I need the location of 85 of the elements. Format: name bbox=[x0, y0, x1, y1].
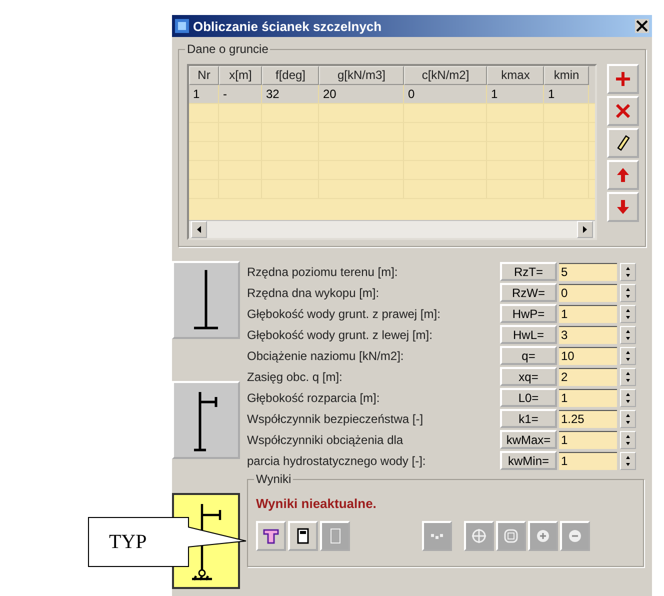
table-cell: 0 bbox=[404, 85, 487, 103]
parameter-label: Głębokość wody grunt. z lewej [m]: bbox=[247, 328, 434, 342]
parameter-label: Rzędna dna wykopu [m]: bbox=[247, 286, 380, 300]
scroll-right-icon[interactable] bbox=[577, 221, 593, 238]
zoom-out-icon bbox=[566, 527, 584, 545]
spinner[interactable] bbox=[620, 284, 636, 302]
symbol-button[interactable]: k1= bbox=[500, 409, 557, 428]
crosshair-icon bbox=[470, 527, 488, 545]
plus-icon bbox=[615, 71, 631, 87]
app-icon bbox=[175, 19, 189, 33]
value-field[interactable]: 1 bbox=[559, 452, 617, 470]
scroll-left-icon[interactable] bbox=[191, 221, 207, 238]
pencil-icon bbox=[615, 135, 631, 151]
column-header[interactable]: x[m] bbox=[219, 66, 262, 85]
dots-icon bbox=[431, 534, 443, 538]
symbol-button[interactable]: xq= bbox=[500, 367, 557, 386]
table-cell: 1 bbox=[487, 85, 544, 103]
symbol-button[interactable]: kwMin= bbox=[500, 451, 557, 470]
symbol-button[interactable]: HwP= bbox=[500, 304, 557, 323]
column-header[interactable]: kmax bbox=[487, 66, 544, 85]
edit-button[interactable] bbox=[607, 128, 639, 158]
column-header[interactable]: g[kN/m3] bbox=[319, 66, 404, 85]
cross-icon bbox=[615, 103, 631, 119]
spinner[interactable] bbox=[620, 346, 636, 364]
group-title: Dane o gruncie bbox=[185, 42, 270, 56]
spinner[interactable] bbox=[620, 262, 636, 280]
parameter-label: Współczynniki obciążenia dla bbox=[247, 432, 404, 446]
add-button[interactable] bbox=[607, 64, 639, 94]
parameter-label: Rzędna poziomu terenu [m]: bbox=[247, 264, 399, 278]
symbol-button[interactable]: kwMax= bbox=[500, 430, 557, 449]
symbol-button[interactable]: q= bbox=[500, 346, 557, 365]
callout-label: TYP bbox=[88, 517, 189, 567]
spinner[interactable] bbox=[620, 430, 636, 448]
wall-type-button[interactable] bbox=[172, 381, 240, 459]
move-up-button[interactable] bbox=[607, 160, 639, 190]
parameter-label: Głębokość wody grunt. z prawej [m]: bbox=[247, 306, 442, 320]
column-header[interactable]: f[deg] bbox=[262, 66, 319, 85]
value-field[interactable]: 1.25 bbox=[559, 410, 617, 428]
move-down-button[interactable] bbox=[607, 192, 639, 222]
table-cell: 32 bbox=[262, 85, 319, 103]
value-field[interactable]: 2 bbox=[559, 368, 617, 386]
window-title: Obliczanie ścianek szczelnych bbox=[193, 18, 383, 34]
symbol-button[interactable]: RzT= bbox=[500, 262, 557, 281]
table-cell: 1 bbox=[189, 85, 219, 103]
value-field[interactable]: 1 bbox=[559, 304, 617, 322]
wall-section-icon bbox=[262, 527, 280, 545]
value-field[interactable]: 3 bbox=[559, 326, 617, 344]
spinner[interactable] bbox=[620, 452, 636, 470]
arrow-up-icon bbox=[615, 167, 631, 183]
spinner[interactable] bbox=[620, 388, 636, 406]
arrow-down-icon bbox=[615, 199, 631, 215]
close-icon[interactable] bbox=[635, 19, 649, 33]
zoom-in-icon bbox=[534, 527, 552, 545]
table-cell: 1 bbox=[544, 85, 589, 103]
value-field[interactable]: 0 bbox=[559, 284, 617, 302]
spinner[interactable] bbox=[620, 410, 636, 428]
column-header[interactable]: c[kN/m2] bbox=[404, 66, 487, 85]
symbol-button[interactable]: L0= bbox=[500, 388, 557, 407]
delete-button[interactable] bbox=[607, 96, 639, 126]
spinner[interactable] bbox=[620, 326, 636, 344]
parameter-label: Obciążenie naziomu [kN/m2]: bbox=[247, 348, 405, 362]
parameter-label: Głębokość rozparcia [m]: bbox=[247, 390, 381, 404]
table-cell: - bbox=[219, 85, 262, 103]
symbol-button[interactable]: HwL= bbox=[500, 325, 557, 344]
group-title: Wyniki bbox=[254, 472, 294, 486]
wall-type-button[interactable] bbox=[172, 261, 240, 339]
results-button[interactable] bbox=[256, 521, 286, 551]
value-field[interactable]: 1 bbox=[559, 388, 617, 406]
horizontal-scrollbar[interactable] bbox=[189, 220, 595, 238]
results-button[interactable] bbox=[288, 521, 318, 551]
value-field[interactable]: 1 bbox=[559, 430, 617, 448]
table-row[interactable]: 1 - 32 20 0 1 1 bbox=[189, 85, 595, 104]
column-header[interactable]: kmin bbox=[544, 66, 589, 85]
spinner[interactable] bbox=[620, 304, 636, 322]
value-field[interactable]: 5 bbox=[559, 262, 617, 280]
spinner[interactable] bbox=[620, 368, 636, 386]
table-cell: 20 bbox=[319, 85, 404, 103]
parameter-label: Współczynnik bezpieczeństwa [-] bbox=[247, 412, 424, 426]
column-header[interactable]: Nr bbox=[189, 66, 219, 85]
refresh-icon bbox=[502, 527, 520, 545]
value-field[interactable]: 10 bbox=[559, 346, 617, 364]
results-status: Wyniki nieaktualne. bbox=[256, 496, 378, 511]
symbol-button[interactable]: RzW= bbox=[500, 283, 557, 302]
parameter-label: Zasięg obc. q [m]: bbox=[247, 370, 344, 384]
parameter-label: parcia hydrostatycznego wody [-]: bbox=[247, 454, 427, 468]
